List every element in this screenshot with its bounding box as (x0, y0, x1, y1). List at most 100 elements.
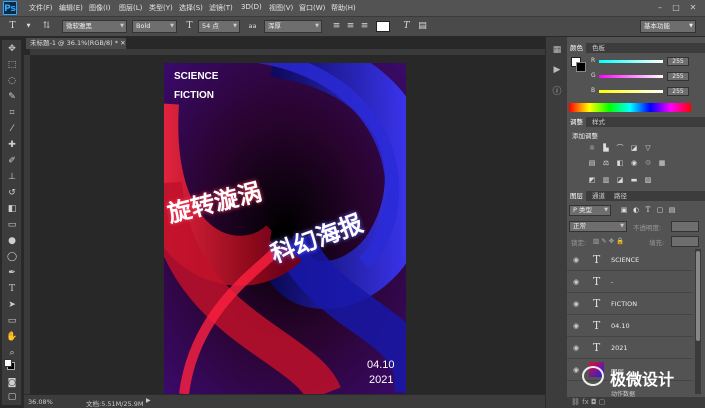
poster-canvas[interactable]: SCIENCE FICTION 旋转漩涡 科幻海报 04.10 2021 (164, 63, 406, 394)
brightness-icon[interactable]: ☼ (587, 143, 597, 153)
eye-icon[interactable]: ◉ (571, 255, 581, 265)
tab-styles[interactable]: 样式 (589, 117, 608, 127)
channel-mixer-icon[interactable]: ♲ (643, 158, 653, 168)
quick-mask-icon[interactable]: ◙ (5, 376, 19, 390)
photo-filter-icon[interactable]: ◉ (629, 158, 639, 168)
filter-type-icon[interactable]: T (643, 205, 653, 215)
menu-window[interactable]: 窗口(W) (299, 3, 325, 13)
filter-pixel-icon[interactable]: ▣ (619, 205, 629, 215)
eye-icon[interactable]: ◉ (571, 365, 581, 375)
slider-r[interactable] (599, 60, 663, 63)
menu-view[interactable]: 视图(V) (269, 3, 293, 13)
close-icon[interactable]: ✕ (120, 39, 125, 47)
layer-row[interactable]: ◉ T 04.10 (567, 315, 693, 337)
rectangle-tool-icon[interactable]: ▭ (5, 314, 19, 328)
opacity-field[interactable] (671, 221, 699, 232)
align-right-icon[interactable]: ≡ (358, 20, 371, 33)
blur-tool-icon[interactable]: ● (5, 234, 19, 248)
color-spectrum-bar[interactable] (569, 103, 691, 112)
minimize-button[interactable]: – (654, 2, 666, 13)
value-r[interactable]: 255 (667, 57, 689, 66)
gradient-tool-icon[interactable]: ▭ (5, 218, 19, 232)
gradient-map-icon[interactable]: ▬ (629, 175, 639, 185)
marquee-tool-icon[interactable]: ⬚ (5, 58, 19, 72)
filter-adjust-icon[interactable]: ◐ (631, 205, 641, 215)
font-style-field[interactable]: Bold ▼ (132, 20, 177, 33)
close-button[interactable]: ✕ (687, 2, 699, 13)
color-balance-icon[interactable]: ⚖ (601, 158, 611, 168)
eye-icon[interactable]: ◉ (571, 343, 581, 353)
menu-filter[interactable]: 滤镜(T) (209, 3, 233, 13)
eye-icon[interactable]: ◉ (571, 299, 581, 309)
posterize-icon[interactable]: ▥ (601, 175, 611, 185)
value-g[interactable]: 255 (667, 72, 689, 81)
color-lookup-icon[interactable]: ▦ (657, 158, 667, 168)
crop-tool-icon[interactable]: ⌗ (5, 106, 19, 120)
background-color-swatch[interactable] (576, 62, 586, 72)
selective-color-icon[interactable]: ▨ (643, 175, 653, 185)
eye-icon[interactable]: ◉ (571, 321, 581, 331)
path-select-tool-icon[interactable]: ➤ (5, 298, 19, 312)
text-color-swatch[interactable] (376, 21, 390, 32)
menu-layer[interactable]: 图层(L) (119, 3, 142, 13)
background-color-swatch[interactable] (4, 359, 12, 367)
slider-b[interactable] (599, 90, 663, 93)
clone-stamp-tool-icon[interactable]: ⊥ (5, 170, 19, 184)
layer-name[interactable]: - (611, 278, 613, 286)
screen-mode-icon[interactable]: ▢ (5, 390, 19, 404)
filter-smart-icon[interactable]: ▤ (667, 205, 677, 215)
play-icon[interactable]: ▶ (550, 63, 564, 77)
zoom-tool-icon[interactable]: ⌕ (5, 346, 19, 360)
zoom-level[interactable]: 36.08% (28, 398, 53, 406)
layer-name[interactable]: SCIENCE (611, 256, 639, 264)
brush-tool-icon[interactable]: ✐ (5, 154, 19, 168)
invert-icon[interactable]: ◩ (587, 175, 597, 185)
layer-name[interactable]: FICTION (611, 300, 637, 308)
dodge-tool-icon[interactable]: ◯ (5, 250, 19, 264)
type-tool-icon[interactable]: T (5, 282, 19, 296)
move-tool-icon[interactable]: ✥ (5, 42, 19, 56)
dropdown-arrow-icon[interactable]: ▼ (22, 20, 35, 33)
warp-text-icon[interactable]: T (400, 20, 413, 33)
eraser-tool-icon[interactable]: ◧ (5, 202, 19, 216)
tab-adjustments[interactable]: 调整 (567, 117, 586, 127)
eye-icon[interactable]: ◉ (571, 277, 581, 287)
arrow-right-icon[interactable]: ▶ (146, 397, 151, 404)
tab-color[interactable]: 颜色 (567, 43, 586, 53)
pen-tool-icon[interactable]: ✒ (5, 266, 19, 280)
curves-icon[interactable]: ⌒ (615, 143, 625, 153)
menu-image[interactable]: 图像(I) (89, 3, 111, 13)
text-orientation-icon[interactable]: ⇅ (40, 20, 53, 33)
maximize-button[interactable]: □ (670, 2, 682, 13)
black-white-icon[interactable]: ◧ (615, 158, 625, 168)
fill-field[interactable] (671, 236, 699, 247)
hue-saturation-icon[interactable]: ▤ (587, 158, 597, 168)
font-size-field[interactable]: 54 点 ▼ (198, 20, 240, 33)
mask-icon[interactable]: ◘ (591, 398, 597, 406)
fx-icon[interactable]: fx (582, 398, 589, 406)
layer-row[interactable]: ◉ T 2021 (567, 337, 693, 359)
tab-layers[interactable]: 图层 (567, 191, 586, 201)
document-tab[interactable]: 未标题-1 @ 36.1%(RGB/8) * ✕ (26, 38, 126, 49)
new-layer-icon[interactable]: ▢ (599, 398, 606, 406)
layer-row[interactable]: ◉ T FICTION (567, 293, 693, 315)
tab-channels[interactable]: 通道 (589, 191, 608, 201)
lasso-tool-icon[interactable]: ◌ (5, 74, 19, 88)
tab-paths[interactable]: 路径 (611, 191, 630, 201)
menu-file[interactable]: 文件(F) (29, 3, 53, 13)
value-b[interactable]: 255 (667, 87, 689, 96)
font-family-field[interactable]: 微软雅黑 ▼ (62, 20, 127, 33)
history-panel-icon[interactable]: ▦ (550, 43, 564, 57)
menu-3d[interactable]: 3D(D) (241, 3, 262, 11)
menu-type[interactable]: 类型(Y) (149, 3, 173, 13)
vibrance-icon[interactable]: ▽ (643, 143, 653, 153)
menu-edit[interactable]: 编辑(E) (59, 3, 83, 13)
tab-swatches[interactable]: 色板 (589, 43, 608, 53)
healing-brush-tool-icon[interactable]: ✚ (5, 138, 19, 152)
hand-tool-icon[interactable]: ✋ (5, 330, 19, 344)
quick-select-tool-icon[interactable]: ✎ (5, 90, 19, 104)
menu-select[interactable]: 选择(S) (179, 3, 203, 13)
filter-shape-icon[interactable]: ▢ (655, 205, 665, 215)
slider-g[interactable] (599, 75, 663, 78)
exposure-icon[interactable]: ◪ (629, 143, 639, 153)
